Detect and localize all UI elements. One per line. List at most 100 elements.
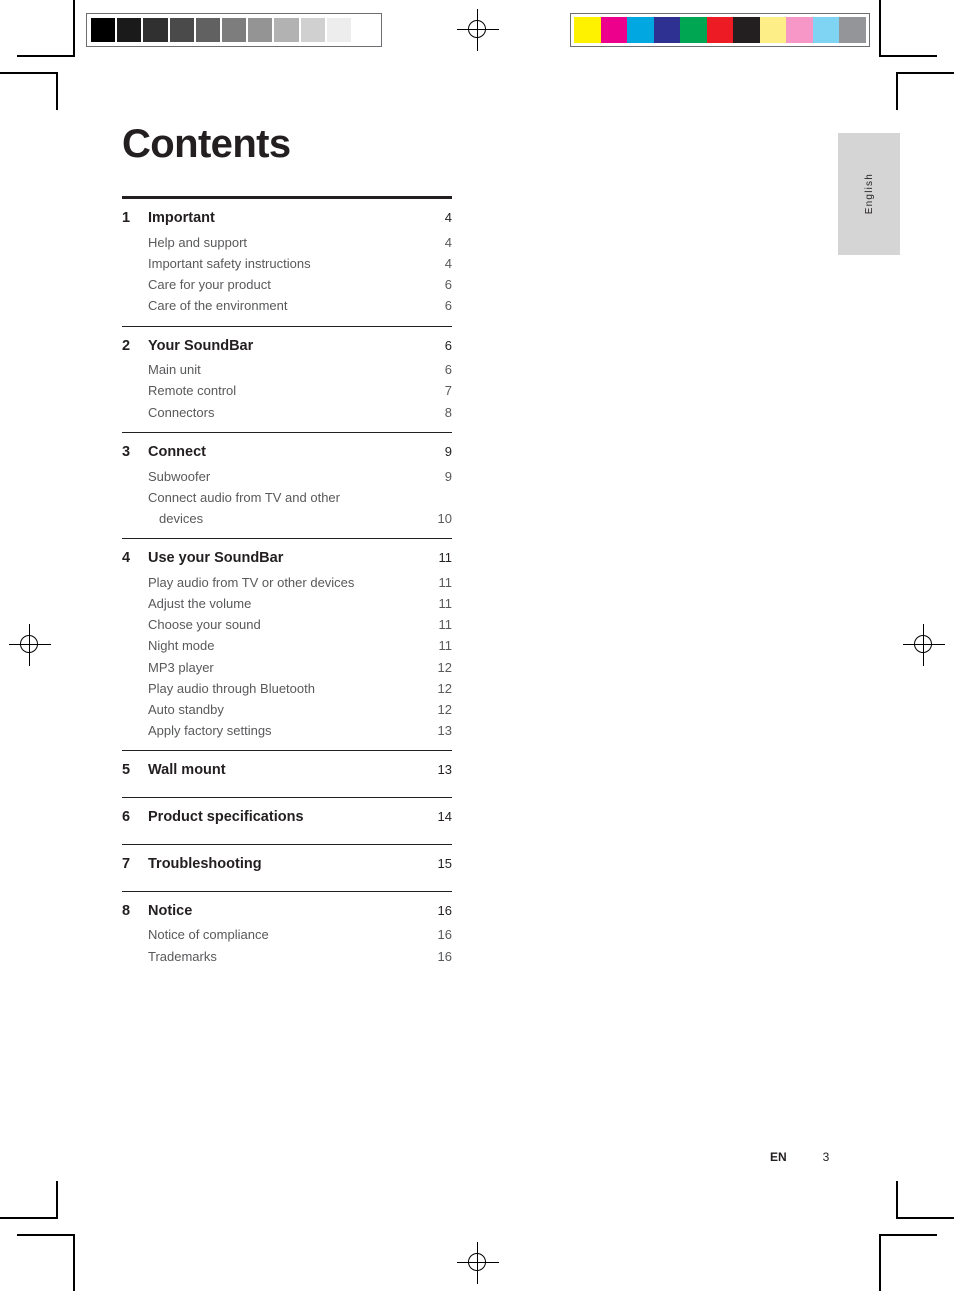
- toc-chapter: 4 Use your SoundBar 11 Play audio from TV o…: [122, 548, 452, 741]
- toc-entry-label: Subwoofer: [148, 468, 211, 484]
- toc-chapter: 7 Troubleshooting 15: [122, 854, 452, 882]
- footer-language-code: EN: [770, 1150, 787, 1164]
- toc-entry[interactable]: Apply factory settings 13: [122, 720, 452, 741]
- toc-top-rule: [122, 196, 452, 199]
- toc-entry-page: 12: [437, 659, 452, 675]
- registration-mark-left: [9, 624, 51, 666]
- color-patch: [733, 17, 760, 43]
- toc-entry-page: 11: [438, 617, 453, 633]
- toc-section-rule: [122, 797, 452, 799]
- toc-entry[interactable]: Trademarks 16: [122, 946, 452, 967]
- toc-chapter-page: 6: [444, 337, 452, 353]
- color-patch: [600, 17, 628, 43]
- grayscale-calibration-bar: [86, 13, 382, 47]
- grayscale-patch: [247, 17, 274, 43]
- toc-section-rule: [122, 890, 452, 892]
- toc-entry-page: 6: [444, 362, 452, 378]
- registration-mark-bottom: [457, 1242, 499, 1284]
- toc-entry[interactable]: Play audio from TV or other devices 11: [122, 572, 452, 593]
- toc-chapter: 1 Important 4 Help and support 4 Important sa…: [122, 208, 452, 317]
- color-patch: [627, 17, 654, 43]
- toc-chapter-title: Your SoundBar: [148, 337, 254, 354]
- toc-entry-label: Connect audio from TV and other devices: [148, 487, 418, 529]
- footer-page-number: 3: [822, 1150, 830, 1164]
- toc-entry[interactable]: Care for your product 6: [122, 274, 452, 295]
- registration-mark-top: [457, 9, 499, 51]
- toc-entry[interactable]: Subwoofer 9: [122, 466, 452, 487]
- toc-entry-label: Trademarks: [148, 948, 217, 964]
- toc-chapter-heading[interactable]: 5 Wall mount 13: [122, 760, 452, 782]
- color-patch: [574, 17, 601, 43]
- grayscale-patch: [90, 17, 117, 43]
- toc-chapter-page: 4: [444, 210, 452, 225]
- toc-entry-label: Important safety instructions: [148, 255, 311, 271]
- toc-chapter: 5 Wall mount 13: [122, 760, 452, 788]
- toc-entry[interactable]: MP3 player 12: [122, 657, 452, 678]
- toc-chapter-page: 11: [438, 550, 453, 566]
- toc-chapter-page: 16: [437, 902, 452, 918]
- toc-chapter-heading[interactable]: 4 Use your SoundBar 11: [122, 548, 452, 570]
- toc-chapter-heading[interactable]: 1 Important 4: [122, 208, 452, 230]
- toc-entry-label: Care of the environment: [148, 298, 288, 314]
- toc-entry-label: Play audio through Bluetooth: [148, 680, 315, 696]
- toc-entry[interactable]: Remote control 7: [122, 380, 452, 401]
- toc-entry-page: 12: [437, 702, 452, 717]
- toc-entry[interactable]: Play audio through Bluetooth 12: [122, 678, 452, 699]
- toc-section-rule: [122, 538, 452, 540]
- toc-entry[interactable]: Main unit 6: [122, 359, 452, 380]
- toc-chapter-number: 2: [122, 337, 131, 354]
- toc-chapter-title: Product specifications: [148, 809, 304, 826]
- toc-entry[interactable]: Help and support 4: [122, 232, 452, 253]
- toc-entry[interactable]: Auto standby 12: [122, 699, 452, 720]
- toc-chapter-heading[interactable]: 3 Connect 9: [122, 442, 452, 464]
- toc-entry-page: 8: [444, 404, 452, 420]
- toc-chapter-title: Wall mount: [148, 762, 226, 779]
- toc-entry[interactable]: Care of the environment 6: [122, 295, 452, 316]
- grayscale-patch: [116, 17, 143, 43]
- page-title: Contents: [122, 122, 291, 166]
- toc-entry-page: 4: [444, 255, 452, 271]
- grayscale-patch: [220, 17, 248, 43]
- toc-entry-label: Care for your product: [148, 277, 271, 293]
- toc-entry[interactable]: Connectors 8: [122, 402, 452, 423]
- toc-entry-page: 9: [444, 468, 452, 484]
- toc-entry-page: 11: [438, 574, 453, 590]
- toc-entry[interactable]: Notice of compliance 16: [122, 924, 452, 945]
- grayscale-patch: [351, 17, 379, 43]
- grayscale-patch: [194, 17, 221, 43]
- toc-entry[interactable]: Adjust the volume 11: [122, 593, 452, 614]
- toc-chapter: 6 Product specifications 14: [122, 807, 452, 835]
- toc-chapter-number: 8: [122, 902, 131, 919]
- toc-entry-page: 16: [437, 948, 452, 964]
- toc-entry[interactable]: Connect audio from TV and other devices 10: [122, 487, 452, 529]
- toc-chapter-spacer: [122, 878, 452, 882]
- toc-entry-page: 16: [437, 927, 452, 943]
- toc-chapter-heading[interactable]: 8 Notice 16: [122, 901, 452, 923]
- toc-chapter-number: 6: [122, 809, 131, 826]
- toc-section-rule: [122, 431, 452, 433]
- color-calibration-bar: [570, 13, 870, 47]
- toc-entry-label: Choose your sound: [148, 617, 261, 633]
- toc-entry-page: 7: [444, 383, 452, 399]
- toc-entry-label: Apply factory settings: [148, 723, 272, 739]
- grayscale-patch: [299, 17, 326, 43]
- toc-entry[interactable]: Night mode 11: [122, 635, 452, 656]
- toc-entry[interactable]: Important safety instructions 4: [122, 253, 452, 274]
- color-patch: [839, 17, 867, 43]
- toc-chapter-title: Notice: [148, 902, 193, 919]
- toc-chapter-heading[interactable]: 6 Product specifications 14: [122, 807, 452, 829]
- toc-section-rule: [122, 325, 452, 327]
- toc-chapter-number: 7: [122, 855, 131, 872]
- toc-entry-page: 13: [437, 723, 452, 739]
- toc-chapter: 2 Your SoundBar 6 Main unit 6 Remote control 7…: [122, 336, 452, 423]
- toc-chapter-heading[interactable]: 7 Troubleshooting 15: [122, 854, 452, 876]
- toc-chapter-page: 14: [437, 809, 452, 825]
- toc-chapter-page: 13: [437, 762, 452, 778]
- language-tab-label: English: [863, 173, 875, 215]
- toc-chapter-number: 1: [122, 210, 131, 226]
- toc-entry[interactable]: Choose your sound 11: [122, 614, 452, 635]
- toc-entry-page: 11: [438, 638, 453, 654]
- toc-chapter: 3 Connect 9 Subwoofer 9 Connect audio from TV…: [122, 442, 452, 529]
- table-of-contents: 1 Important 4 Help and support 4 Important sa…: [122, 196, 452, 967]
- toc-chapter-heading[interactable]: 2 Your SoundBar 6: [122, 336, 452, 358]
